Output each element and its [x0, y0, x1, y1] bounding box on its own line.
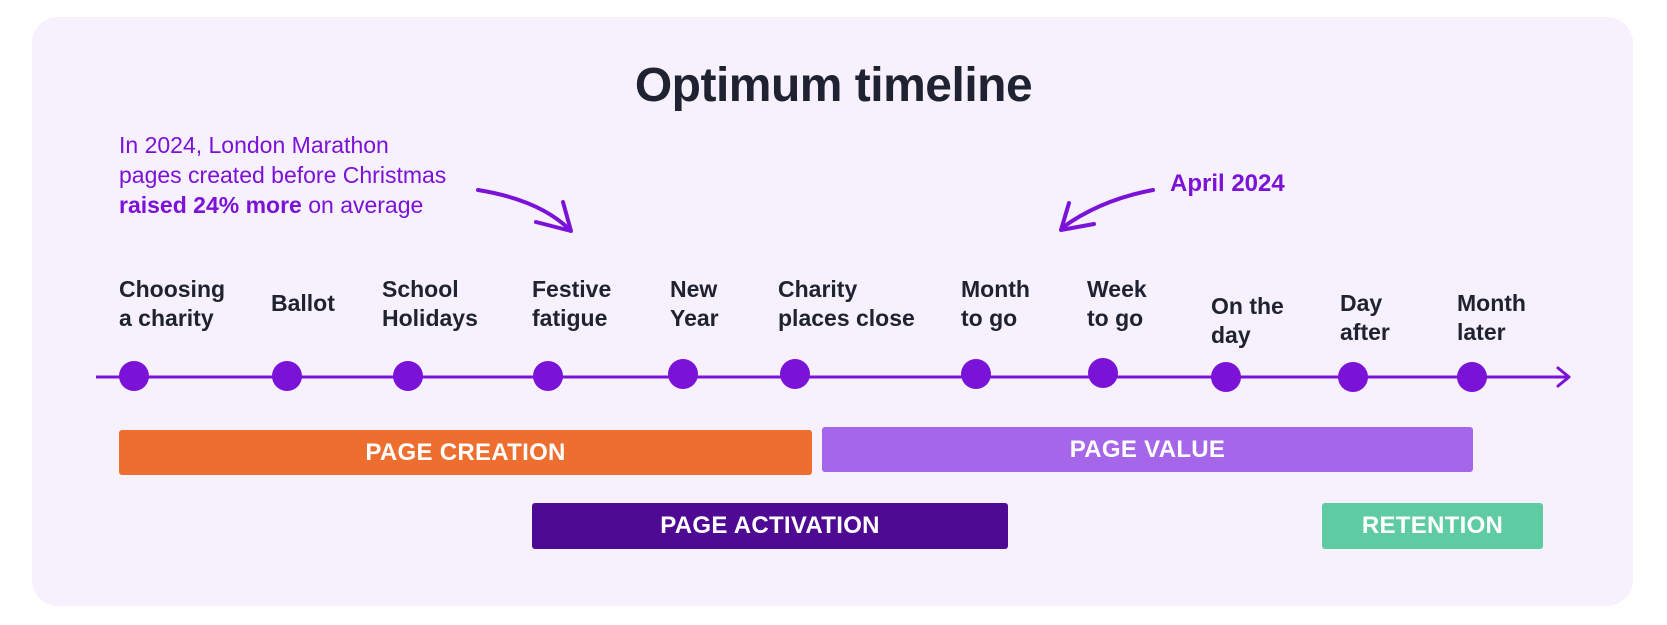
milestone-label: Charity places close: [778, 275, 915, 333]
milestone-dot: [393, 361, 423, 391]
milestone-dot: [1457, 362, 1487, 392]
milestone-dot: [1211, 362, 1241, 392]
milestone-label: New Year: [670, 275, 719, 333]
milestone-label: On the day: [1211, 292, 1284, 350]
milestone-dot: [272, 361, 302, 391]
milestone-dot: [119, 361, 149, 391]
phase-page-creation: PAGE CREATION: [119, 430, 812, 475]
milestone-label: Day after: [1340, 289, 1390, 347]
milestone-label-line1: On the: [1211, 293, 1284, 319]
phase-page-value: PAGE VALUE: [822, 427, 1473, 472]
milestone-dot: [780, 359, 810, 389]
milestone-label-line2: places close: [778, 305, 915, 331]
milestone-label: Choosing a charity: [119, 275, 225, 333]
milestone-label-line2: to go: [961, 305, 1018, 331]
milestone-label-line2: Year: [670, 305, 719, 331]
milestone-label-line2: later: [1457, 319, 1506, 345]
milestone-dot: [1088, 358, 1118, 388]
milestone-label-line2: a charity: [119, 305, 214, 331]
milestone-label-line2: fatigue: [532, 305, 608, 331]
milestone-label-line1: New: [670, 276, 718, 302]
milestone-label: Month to go: [961, 275, 1030, 333]
milestone-dot: [1338, 362, 1368, 392]
milestone-label-line1: School: [382, 276, 459, 302]
milestone-dot: [668, 359, 698, 389]
annotation-arrow-april-icon: [1060, 188, 1155, 230]
milestone-label-line2: day: [1211, 322, 1251, 348]
annotation-arrow-christmas-icon: [476, 188, 572, 232]
milestone-label-line1: Day: [1340, 290, 1383, 316]
milestone-label: Month later: [1457, 289, 1526, 347]
milestone-label-line2: to go: [1087, 305, 1144, 331]
milestone-label-line1: Week: [1087, 276, 1147, 302]
phase-retention: RETENTION: [1322, 503, 1543, 549]
milestone-label-line1: Ballot: [271, 290, 335, 316]
milestone-dot: [533, 361, 563, 391]
milestone-label-line1: Festive: [532, 276, 612, 302]
milestone-dot: [961, 359, 991, 389]
milestone-label-line1: Month: [1457, 290, 1526, 316]
milestone-label-line1: Charity: [778, 276, 858, 302]
milestone-label-line2: after: [1340, 319, 1390, 345]
milestone-label: School Holidays: [382, 275, 478, 333]
milestone-label: Festive fatigue: [532, 275, 611, 333]
milestone-label: Week to go: [1087, 275, 1147, 333]
milestone-label-line2: Holidays: [382, 305, 478, 331]
milestone-label-line1: Choosing: [119, 276, 226, 302]
milestone-label: Ballot: [271, 289, 335, 318]
phase-page-activation: PAGE ACTIVATION: [532, 503, 1008, 549]
milestone-label-line1: Month: [961, 276, 1030, 302]
